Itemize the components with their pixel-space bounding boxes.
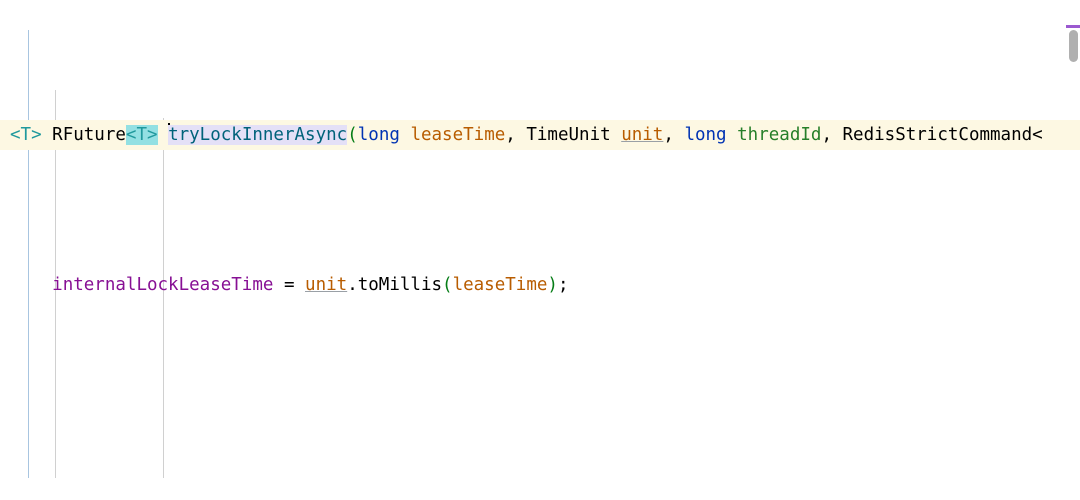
code-line-1[interactable]: <T> RFuture<T> tryLockInnerAsync(long le… bbox=[0, 120, 1080, 150]
token-generic-declaration: <T> bbox=[10, 125, 42, 145]
token-param3-type: long bbox=[684, 125, 727, 145]
token-call-to-millis: toMillis bbox=[357, 275, 443, 295]
token-assign: = bbox=[273, 275, 306, 295]
token-return-type: RFuture bbox=[52, 125, 126, 145]
token-arg-lease-time: leaseTime bbox=[452, 275, 548, 295]
token-comma: , bbox=[821, 125, 843, 145]
token-generic-param: <T> bbox=[125, 125, 158, 145]
scrollbar-thumb[interactable] bbox=[1069, 30, 1078, 62]
scrollbar-change-marker bbox=[1066, 25, 1080, 28]
token-param1-type: long bbox=[357, 125, 400, 145]
token-comma: , bbox=[663, 125, 685, 145]
token-comma: , bbox=[505, 125, 527, 145]
token-field-internal-lock-lease-time: internalLockLeaseTime bbox=[52, 275, 274, 295]
code-line-3-blank[interactable] bbox=[0, 420, 1080, 450]
token-param3-name: threadId bbox=[737, 125, 822, 145]
token-param4-type: RedisStrictCommand< bbox=[842, 125, 1043, 145]
token-open-paren: ( bbox=[442, 275, 453, 295]
code-line-2[interactable]: internalLockLeaseTime = unit.toMillis(le… bbox=[0, 270, 1080, 300]
token-dot: . bbox=[347, 275, 358, 295]
token-close-paren: ) bbox=[547, 275, 558, 295]
token-param2-name: unit bbox=[621, 125, 664, 145]
token-param2-type: TimeUnit bbox=[526, 125, 611, 145]
token-semicolon: ; bbox=[557, 275, 569, 295]
token-method-name: tryLockInnerAsync bbox=[168, 125, 348, 145]
vertical-scrollbar[interactable] bbox=[1066, 0, 1080, 500]
code-text-layer[interactable]: <T> RFuture<T> tryLockInnerAsync(long le… bbox=[0, 0, 1080, 500]
token-open-paren: ( bbox=[347, 125, 358, 145]
token-receiver-unit: unit bbox=[305, 275, 348, 295]
code-editor[interactable]: <T> RFuture<T> tryLockInnerAsync(long le… bbox=[0, 0, 1080, 500]
token-param1-name: leaseTime bbox=[410, 125, 506, 145]
